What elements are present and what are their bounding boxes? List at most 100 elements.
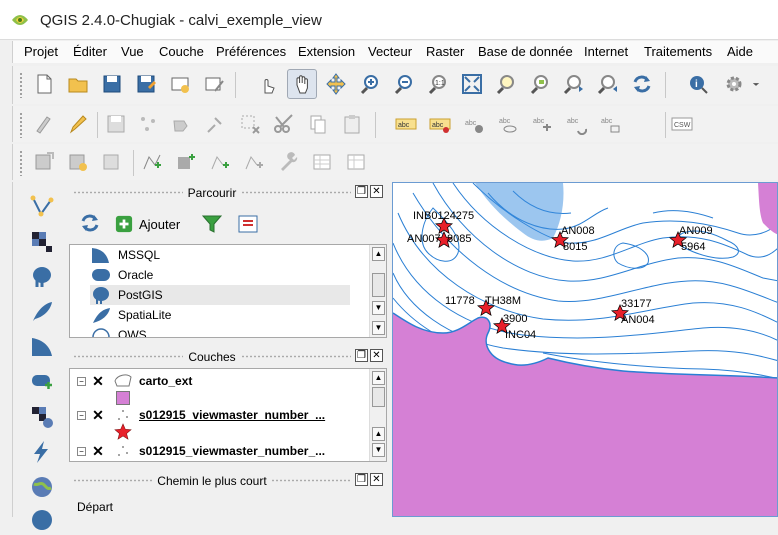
pan-to-selection-button[interactable] <box>321 69 351 99</box>
paste-features-button[interactable] <box>337 109 367 139</box>
add-wfs-layer-button[interactable] <box>27 472 57 502</box>
scroll-down-arrow[interactable]: ▼ <box>372 443 385 457</box>
add-wms-button[interactable] <box>63 147 93 177</box>
zoom-to-selection-button[interactable] <box>491 69 521 99</box>
browser-item-postgis[interactable]: PostGIS <box>90 285 350 305</box>
layers-tree[interactable]: − ✕ carto_ext − ✕ s012915_viewmaster_num… <box>69 368 387 462</box>
menu-couche[interactable]: Couche <box>159 44 204 59</box>
new-gpx-button[interactable] <box>205 147 235 177</box>
menu-extension[interactable]: Extension <box>298 44 355 59</box>
new-spatialite-button[interactable] <box>171 147 201 177</box>
new-project-button[interactable] <box>29 69 59 99</box>
current-edits-button[interactable] <box>29 109 59 139</box>
scroll-down-arrow[interactable]: ▼ <box>372 321 385 335</box>
field-calculator-button[interactable] <box>341 147 371 177</box>
label-rotate-button[interactable]: abc <box>561 109 591 139</box>
float-panel-button[interactable]: ❐ <box>355 349 368 362</box>
layers-scrollbar[interactable]: ▲ ▲ ▼ <box>369 369 386 461</box>
scroll-thumb[interactable] <box>372 273 385 297</box>
collapse-toggle[interactable]: − <box>77 446 86 456</box>
menu-vecteur[interactable]: Vecteur <box>368 44 412 59</box>
zoom-full-button[interactable] <box>457 69 487 99</box>
new-memory-layer-button[interactable] <box>239 147 269 177</box>
add-mssql-layer-button[interactable] <box>27 332 57 362</box>
refresh-browser-button[interactable] <box>79 212 103 236</box>
label-show-hide-button[interactable]: abc <box>493 109 523 139</box>
menu-raster[interactable]: Raster <box>426 44 464 59</box>
add-feature-button[interactable] <box>133 109 163 139</box>
toolbar-grip[interactable] <box>19 72 23 98</box>
label-move-button[interactable]: abc <box>527 109 557 139</box>
add-raster-button[interactable] <box>29 147 59 177</box>
add-spatialite-layer-button[interactable] <box>27 297 57 327</box>
csw-button[interactable]: CSW <box>667 109 697 139</box>
close-panel-button[interactable]: ✕ <box>370 349 383 362</box>
zoom-last-button[interactable] <box>559 69 589 99</box>
add-postgis-layer-button[interactable] <box>27 262 57 292</box>
float-panel-button[interactable]: ❐ <box>355 473 368 486</box>
cut-features-button[interactable] <box>269 109 299 139</box>
toolbar-grip[interactable] <box>19 112 23 138</box>
copy-features-button[interactable] <box>303 109 333 139</box>
collapse-toggle[interactable]: − <box>77 410 86 420</box>
scroll-up-arrow[interactable]: ▲ <box>372 427 385 441</box>
pan-map-button[interactable] <box>287 69 317 99</box>
add-raster-layer-button[interactable] <box>27 227 57 257</box>
new-shapefile-button[interactable] <box>137 147 167 177</box>
browser-item-ows[interactable]: OWS <box>90 325 350 337</box>
new-print-composer-button[interactable] <box>165 69 195 99</box>
layer-labeling-button[interactable]: abc <box>391 109 421 139</box>
label-pin-button[interactable]: abc <box>425 109 455 139</box>
refresh-button[interactable] <box>627 69 657 99</box>
browser-tree[interactable]: MSSQL Oracle PostGIS SpatiaLite OWS ▲ ▼ … <box>69 244 387 338</box>
layer-row-viewmaster-1[interactable]: − ✕ s012915_viewmaster_number_... <box>70 405 325 425</box>
menu-editer[interactable]: Éditer <box>73 44 107 59</box>
zoom-in-button[interactable] <box>355 69 385 99</box>
menu-vue[interactable]: Vue <box>121 44 144 59</box>
scroll-up-arrow[interactable]: ▲ <box>372 371 385 385</box>
add-selected-button[interactable]: Ajouter <box>115 213 180 235</box>
identify-button[interactable]: i <box>683 69 713 99</box>
float-panel-button[interactable]: ❐ <box>355 185 368 198</box>
menu-preferences[interactable]: Préférences <box>216 44 286 59</box>
collapse-browser-button[interactable] <box>237 213 259 235</box>
node-tool-button[interactable] <box>201 109 231 139</box>
browser-item-oracle[interactable]: Oracle <box>90 265 350 285</box>
close-panel-button[interactable]: ✕ <box>370 473 383 486</box>
touch-zoom-button[interactable] <box>253 69 283 99</box>
map-canvas[interactable]: INB0124275 AN007 8085 AN008 8015 AN009 5… <box>392 182 778 517</box>
dropdown-arrow-button[interactable] <box>749 69 763 99</box>
layer-row-carto-ext[interactable]: − ✕ carto_ext <box>70 371 192 391</box>
add-vector-layer-button[interactable] <box>27 192 57 222</box>
save-project-button[interactable] <box>97 69 127 99</box>
zoom-to-layer-button[interactable] <box>525 69 555 99</box>
label-change-button[interactable]: abc <box>595 109 625 139</box>
layer-row-viewmaster-2[interactable]: − ✕ s012915_viewmaster_number_... <box>70 441 325 461</box>
add-delimited-text-button[interactable] <box>27 505 57 535</box>
scroll-up-arrow[interactable]: ▲ <box>372 247 385 261</box>
open-project-button[interactable] <box>63 69 93 99</box>
menu-base-de-donnee[interactable]: Base de donnée <box>478 44 573 59</box>
toolbar-grip[interactable] <box>19 150 23 176</box>
save-edits-button[interactable] <box>101 109 131 139</box>
zoom-next-button[interactable] <box>593 69 623 99</box>
delete-selected-button[interactable] <box>235 109 265 139</box>
menu-projet[interactable]: Projet <box>24 44 58 59</box>
add-wms-layer-button[interactable] <box>27 402 57 432</box>
zoom-native-button[interactable]: 1:1 <box>423 69 453 99</box>
composer-manager-button[interactable] <box>199 69 229 99</box>
menu-traitements[interactable]: Traitements <box>644 44 712 59</box>
move-feature-button[interactable] <box>167 109 197 139</box>
add-wcs-button[interactable] <box>97 147 127 177</box>
zoom-out-button[interactable] <box>389 69 419 99</box>
menu-aide[interactable]: Aide <box>727 44 753 59</box>
scroll-down-arrow[interactable]: ▼ <box>372 301 385 315</box>
layer-visibility-checkbox[interactable]: ✕ <box>91 444 105 458</box>
label-highlight-button[interactable]: abc <box>459 109 489 139</box>
browser-scrollbar[interactable]: ▲ ▼ ▼ <box>369 245 386 337</box>
layer-visibility-checkbox[interactable]: ✕ <box>91 408 105 422</box>
menu-internet[interactable]: Internet <box>584 44 628 59</box>
tools-button[interactable] <box>273 147 303 177</box>
browser-item-spatialite[interactable]: SpatiaLite <box>90 305 350 325</box>
scroll-thumb[interactable] <box>372 387 385 407</box>
